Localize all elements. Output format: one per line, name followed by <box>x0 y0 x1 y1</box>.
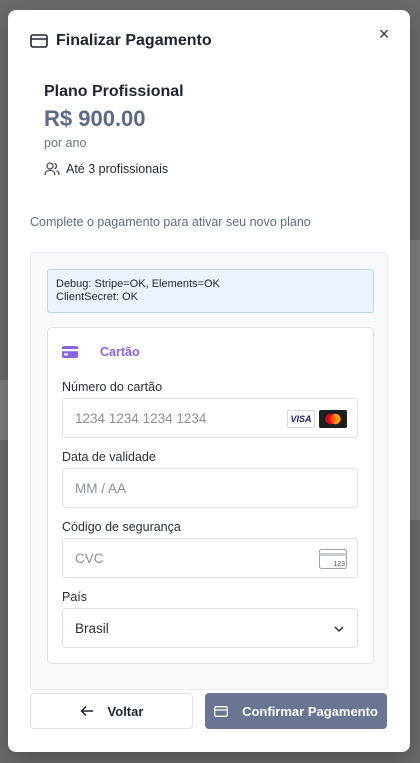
country-label: País <box>62 590 88 604</box>
back-button-label: Voltar <box>107 703 144 719</box>
card-icon <box>62 346 78 358</box>
expiry-placeholder: MM / AA <box>75 481 127 496</box>
card-number-input[interactable]: 1234 1234 1234 1234 VISA <box>62 398 358 438</box>
modal-header: Finalizar Pagamento × <box>8 10 410 72</box>
plan-price: R$ 900.00 <box>44 106 146 131</box>
debug-line: Debug: Stripe=OK, Elements=OK <box>56 278 220 290</box>
expiry-input[interactable]: MM / AA <box>62 468 358 508</box>
chevron-down-icon <box>334 626 344 633</box>
background-card <box>0 380 8 440</box>
close-button[interactable]: × <box>374 24 394 44</box>
debug-info: Debug: Stripe=OK, Elements=OK ClientSecr… <box>47 269 374 313</box>
credit-card-icon <box>214 705 229 717</box>
plan-period: por ano <box>44 136 87 150</box>
users-icon <box>44 162 60 176</box>
background-card <box>410 240 420 520</box>
back-button[interactable]: Voltar <box>30 693 193 729</box>
expiry-label: Data de validade <box>62 450 156 464</box>
modal-title: Finalizar Pagamento <box>56 32 212 49</box>
plan-users-label: Até 3 profissionais <box>66 162 169 176</box>
card-number-label: Número do cartão <box>62 380 163 394</box>
cvc-icon: 123 <box>319 549 347 569</box>
mastercard-icon <box>319 410 347 428</box>
payment-element-container: Debug: Stripe=OK, Elements=OK ClientSecr… <box>30 252 388 690</box>
cvc-icon-text: 123 <box>333 561 345 568</box>
confirm-payment-button[interactable]: Confirmar Pagamento <box>205 693 387 729</box>
payment-method-tab[interactable]: Cartão <box>62 344 140 360</box>
cvc-label: Código de segurança <box>62 520 181 534</box>
confirm-payment-label: Confirmar Pagamento <box>242 703 378 719</box>
card-payment-panel: Cartão Número do cartão 1234 1234 1234 1… <box>47 327 374 664</box>
plan-name: Plano Profissional <box>44 83 184 100</box>
country-value: Brasil <box>75 621 109 636</box>
plan-users: Até 3 profissionais <box>44 160 168 178</box>
visa-icon: VISA <box>287 410 315 428</box>
payment-modal: Finalizar Pagamento × Plano Profissional… <box>8 10 410 752</box>
debug-line: ClientSecret: OK <box>56 291 138 303</box>
cvc-input[interactable]: CVC 123 <box>62 538 358 578</box>
cvc-placeholder: CVC <box>75 551 104 566</box>
payment-method-label: Cartão <box>100 345 140 359</box>
payment-instruction: Complete o pagamento para ativar seu nov… <box>30 215 311 229</box>
country-select[interactable]: Brasil <box>62 608 358 648</box>
arrow-left-icon <box>79 705 93 717</box>
credit-card-icon <box>30 34 48 48</box>
card-number-placeholder: 1234 1234 1234 1234 <box>75 411 207 426</box>
